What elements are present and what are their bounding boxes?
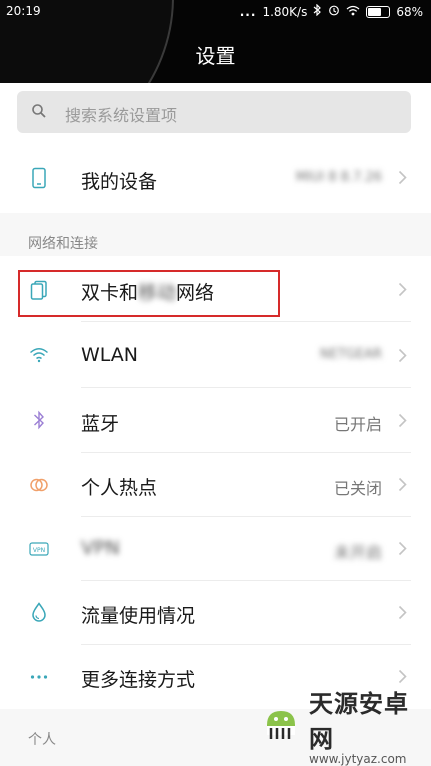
hotspot-label: 个人热点 (81, 477, 158, 499)
battery-icon (366, 5, 391, 18)
watermark-text: 天源安卓网 www.jytyaz.com (309, 684, 431, 766)
watermark-logo-icon (261, 703, 301, 747)
bluetooth-label: 蓝牙 (81, 413, 120, 435)
search-placeholder: 搜索系统设置项 (65, 106, 178, 125)
more-dots-icon (28, 666, 50, 688)
chevron-right-icon (398, 282, 407, 301)
row-bluetooth[interactable]: 蓝牙 已开启 (0, 388, 431, 453)
chevron-right-icon (398, 170, 407, 189)
hotspot-icon (28, 474, 50, 496)
more-connections-label: 更多连接方式 (81, 669, 196, 691)
chevron-right-icon (398, 541, 407, 560)
row-wlan[interactable]: WLAN NETGEAR (0, 322, 431, 388)
status-time: 20:19 (6, 4, 41, 18)
phone-icon (28, 167, 50, 189)
wlan-label: WLAN (81, 344, 139, 366)
bluetooth-icon (28, 409, 50, 431)
alarm-icon (328, 4, 340, 19)
bluetooth-status-icon (313, 3, 322, 19)
my-device-value: MIUI 8 8.7.26 (295, 170, 382, 185)
data-usage-label: 流量使用情况 (81, 605, 196, 627)
bluetooth-value: 已开启 (333, 415, 382, 434)
chevron-right-icon (398, 413, 407, 432)
chevron-right-icon (398, 348, 407, 367)
status-indicators: ... 1.80K/s 68% (239, 3, 423, 19)
watermark-sub: www.jytyaz.com (309, 752, 407, 766)
vpn-label: VPN (81, 537, 120, 559)
my-device-label: 我的设备 (81, 171, 158, 193)
row-hotspot[interactable]: 个人热点 已关闭 (0, 453, 431, 517)
signal-dots: ... (239, 4, 257, 19)
chevron-right-icon (398, 605, 407, 624)
water-drop-icon (28, 601, 50, 623)
row-my-device[interactable]: 我的设备 MIUI 8 8.7.26 (0, 143, 431, 213)
network-speed: 1.80K/s (262, 4, 308, 19)
row-vpn[interactable]: VPN VPN 未开启 (0, 517, 431, 581)
wlan-value: NETGEAR (319, 347, 382, 362)
wifi-icon (28, 344, 50, 366)
section-title: 网络和连接 (28, 236, 98, 252)
hotspot-value: 已关闭 (333, 479, 382, 498)
chevron-right-icon (398, 477, 407, 496)
row-data-usage[interactable]: 流量使用情况 (0, 581, 431, 645)
search-area: 搜索系统设置项 (0, 83, 431, 143)
battery-percent: 68% (396, 4, 423, 19)
wifi-status-icon (346, 5, 360, 19)
section-title: 个人 (28, 732, 56, 748)
status-bar: 20:19 ... 1.80K/s 68% (0, 0, 431, 22)
watermark-main: 天源安卓网 (309, 690, 409, 753)
watermark: 天源安卓网 www.jytyaz.com (231, 690, 431, 766)
vpn-value: 未开启 (333, 543, 382, 562)
header-bar: 20:19 ... 1.80K/s 68% 设置 (0, 0, 431, 83)
highlight-box (18, 270, 280, 317)
svg-text:VPN: VPN (33, 547, 45, 554)
search-icon (31, 103, 47, 123)
search-input[interactable]: 搜索系统设置项 (17, 91, 411, 133)
page-title: 设置 (195, 44, 236, 68)
section-header-network: 网络和连接 (0, 213, 431, 256)
vpn-icon: VPN (28, 538, 50, 560)
